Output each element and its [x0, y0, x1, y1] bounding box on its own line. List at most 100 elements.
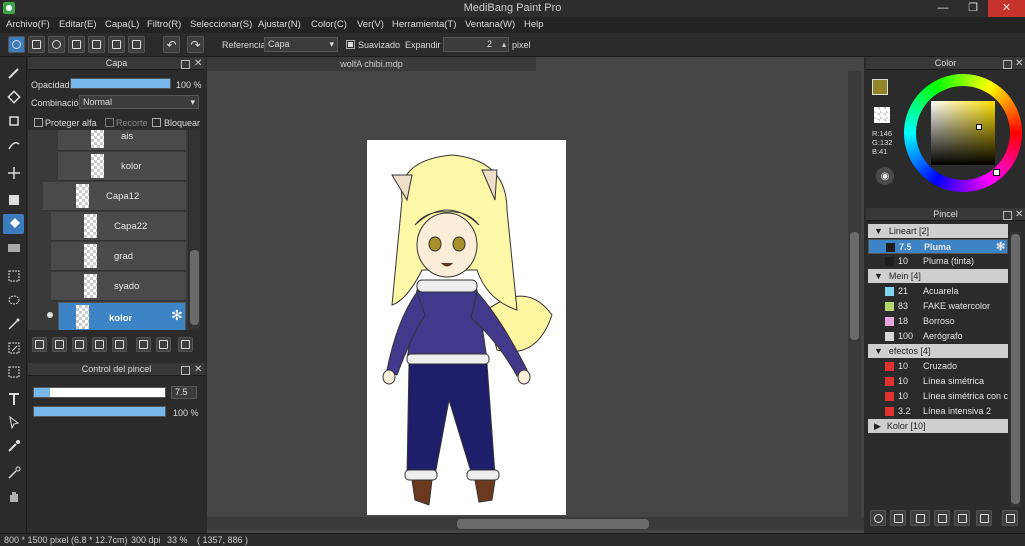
new-1bit-layer-icon[interactable] [92, 337, 107, 352]
saturation-value-square[interactable] [931, 101, 995, 165]
expandir-stepper[interactable]: 2 ▴ [443, 37, 509, 52]
lock-checkbox[interactable] [152, 118, 161, 127]
brush-item[interactable]: 100 Aerógrafo [868, 329, 1008, 344]
gear-icon[interactable]: ✻ [996, 240, 1005, 255]
folder-icon[interactable] [112, 337, 127, 352]
protect-alpha-checkbox[interactable] [34, 118, 43, 127]
close-button[interactable]: ✕ [988, 0, 1025, 17]
undock-icon[interactable] [1003, 211, 1012, 220]
brush-item[interactable]: 18 Borroso [868, 314, 1008, 329]
redo-button[interactable]: ↷ [187, 36, 204, 53]
suavizado-checkbox[interactable] [346, 40, 355, 49]
menu-ventana[interactable]: Ventana(W) [465, 19, 515, 30]
move-tool-icon[interactable] [3, 163, 24, 183]
upload-icon[interactable] [28, 36, 45, 53]
opacity-slider[interactable] [70, 78, 171, 89]
menu-ver[interactable]: Ver(V) [357, 19, 384, 30]
brush-group[interactable]: ▶ Kolor [10] [868, 419, 1008, 433]
panel-close-icon[interactable]: ✕ [194, 364, 202, 375]
comment-icon[interactable] [48, 36, 65, 53]
list-icon[interactable] [108, 36, 125, 53]
layer-row[interactable]: ais [58, 130, 186, 151]
new-halftone-layer-icon[interactable] [52, 337, 67, 352]
brush-tool-icon[interactable] [3, 63, 24, 83]
gear-icon[interactable]: ✻ [171, 308, 183, 322]
foreground-color-swatch[interactable] [872, 79, 888, 95]
layer-row[interactable]: syado [51, 272, 186, 301]
line-tool-icon[interactable] [3, 135, 24, 155]
lasso-tool-icon[interactable] [3, 290, 24, 310]
menu-editar[interactable]: Editar(E) [59, 19, 96, 30]
grid-icon[interactable] [128, 36, 145, 53]
brush-group[interactable]: ▼ Mein [4] [868, 269, 1008, 283]
new-layer-icon[interactable] [32, 337, 47, 352]
brush-item[interactable]: 21 Acuarela [868, 284, 1008, 299]
canvas-horizontal-scroll-thumb[interactable] [457, 519, 649, 529]
menu-archivo[interactable]: Archivo(F) [6, 19, 50, 30]
document-tab[interactable]: wolfA chibi.mdp [207, 57, 536, 71]
fill-tool-icon[interactable] [3, 214, 24, 234]
select-rect-tool-icon[interactable] [3, 266, 24, 286]
gradient-tool-icon[interactable] [3, 238, 24, 258]
undock-icon[interactable] [181, 60, 190, 69]
minimize-button[interactable]: — [928, 0, 958, 17]
undo-button[interactable]: ↶ [163, 36, 180, 53]
brush-group[interactable]: ▼ efectos [4] [868, 344, 1008, 358]
blend-select[interactable]: Normal ▾ [79, 95, 199, 109]
brush-item[interactable]: 7.5 Pluma ✻ [868, 239, 1008, 254]
trash-icon[interactable] [1002, 510, 1018, 526]
clip-checkbox[interactable] [105, 118, 114, 127]
layer-folder-row[interactable]: Capa12 [43, 182, 186, 211]
brush-folder-icon[interactable] [954, 510, 970, 526]
brush-scrollbar[interactable] [1010, 232, 1021, 507]
select-eraser-tool-icon[interactable] [3, 362, 24, 382]
menu-filtro[interactable]: Filtro(R) [147, 19, 181, 30]
menu-help[interactable]: Help [524, 19, 544, 30]
undock-icon[interactable] [1003, 60, 1012, 69]
duplicate-brush-icon[interactable] [976, 510, 992, 526]
duplicate-layer-icon[interactable] [136, 337, 151, 352]
referencia-select[interactable]: Capa ▾ [264, 37, 338, 52]
menu-color[interactable]: Color(C) [311, 19, 347, 30]
layer-scroll-thumb[interactable] [190, 250, 199, 325]
dropper-tool-icon[interactable] [3, 463, 24, 483]
document-icon[interactable] [88, 36, 105, 53]
select-pen-tool-icon[interactable] [3, 338, 24, 358]
magic-wand-tool-icon[interactable] [3, 314, 24, 334]
layer-row[interactable]: Capa22 [51, 212, 186, 241]
hand-tool-icon[interactable] [3, 486, 24, 506]
brush-group[interactable]: ▼ Lineart [2] [868, 224, 1008, 238]
menu-ajustar[interactable]: Ajustar(N) [258, 19, 301, 30]
eraser-tool-icon[interactable] [3, 87, 24, 107]
visibility-icon[interactable] [47, 312, 53, 318]
maximize-button[interactable]: ❐ [958, 0, 988, 17]
panel-close-icon[interactable]: ✕ [1015, 209, 1023, 220]
hue-cursor[interactable] [993, 169, 1000, 176]
operation-tool-icon[interactable] [3, 412, 24, 432]
brush-settings-icon[interactable] [934, 510, 950, 526]
dot-tool-icon[interactable] [3, 111, 24, 131]
layer-scrollbar[interactable] [189, 130, 200, 330]
brush-item[interactable]: 10 Pluma (tinta) [868, 254, 1008, 269]
sv-cursor[interactable] [976, 124, 982, 130]
brush-opacity-slider[interactable] [33, 406, 166, 417]
new-brush-icon[interactable] [890, 510, 906, 526]
canvas-vertical-scroll-thumb[interactable] [850, 232, 859, 340]
new-8bit-layer-icon[interactable] [72, 337, 87, 352]
palette-icon[interactable]: ◉ [876, 167, 894, 185]
brush-item[interactable]: 3.2 Línea intensiva 2 [868, 404, 1008, 419]
menu-seleccionar[interactable]: Seleccionar(S) [190, 19, 252, 30]
layer-more-icon[interactable] [178, 337, 193, 352]
brush-item[interactable]: 10 Línea simétrica [868, 374, 1008, 389]
cloud-icon[interactable] [8, 36, 25, 53]
brush-size-input[interactable]: 7.5 [171, 386, 197, 399]
brush-size-slider[interactable] [33, 387, 166, 398]
upload-brush-icon[interactable] [870, 510, 886, 526]
panel-close-icon[interactable]: ✕ [1015, 58, 1023, 69]
undock-icon[interactable] [181, 366, 190, 375]
eyedropper-tool-icon[interactable] [3, 436, 24, 456]
text-tool-icon[interactable] [3, 389, 24, 409]
panel-close-icon[interactable]: ✕ [194, 58, 202, 69]
brush-menu-icon[interactable] [910, 510, 930, 526]
layer-row-selected[interactable]: kolor ✻ [58, 302, 186, 330]
